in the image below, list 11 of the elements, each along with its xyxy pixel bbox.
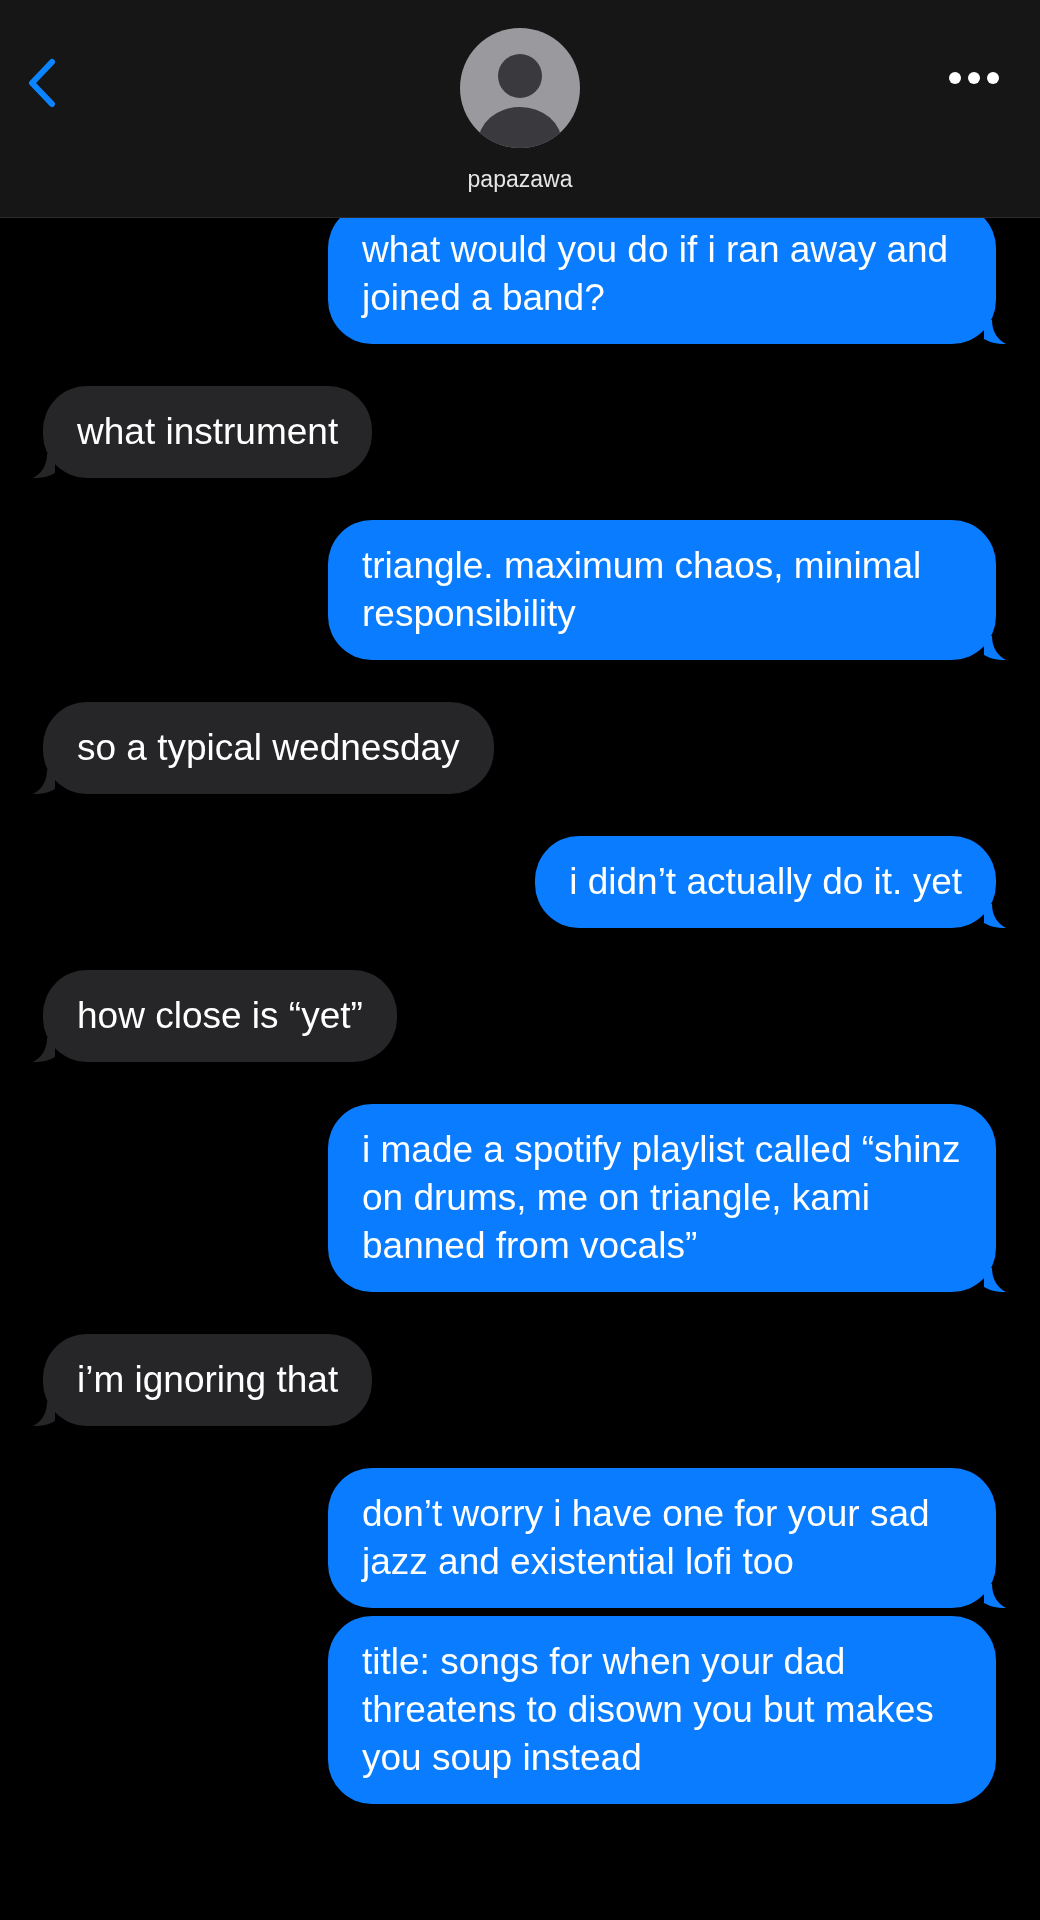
sent-message-bubble: i didn’t actually do it. yet [535, 836, 996, 928]
contact-name: papazawa [467, 165, 573, 194]
more-icon[interactable] [948, 71, 1000, 85]
received-message-bubble: i’m ignoring that [43, 1334, 373, 1426]
sent-message-bubble: i made a spotify playlist called “shinz on drums, me on triangle, kami banned from vocals” [328, 1104, 996, 1292]
received-message-bubble: so a typical wednesday [43, 702, 494, 794]
sent-message-bubble: triangle. maximum chaos, minimal responsibility [328, 520, 996, 660]
sent-message-bubble: title: songs for when your dad threatens to disown you but makes you soup instead [328, 1616, 996, 1804]
received-message-bubble: what instrument [43, 386, 373, 478]
received-message-bubble: how close is “yet” [43, 970, 397, 1062]
sent-message-bubble: don’t worry i have one for your sad jazz and existential lofi too [328, 1468, 996, 1608]
